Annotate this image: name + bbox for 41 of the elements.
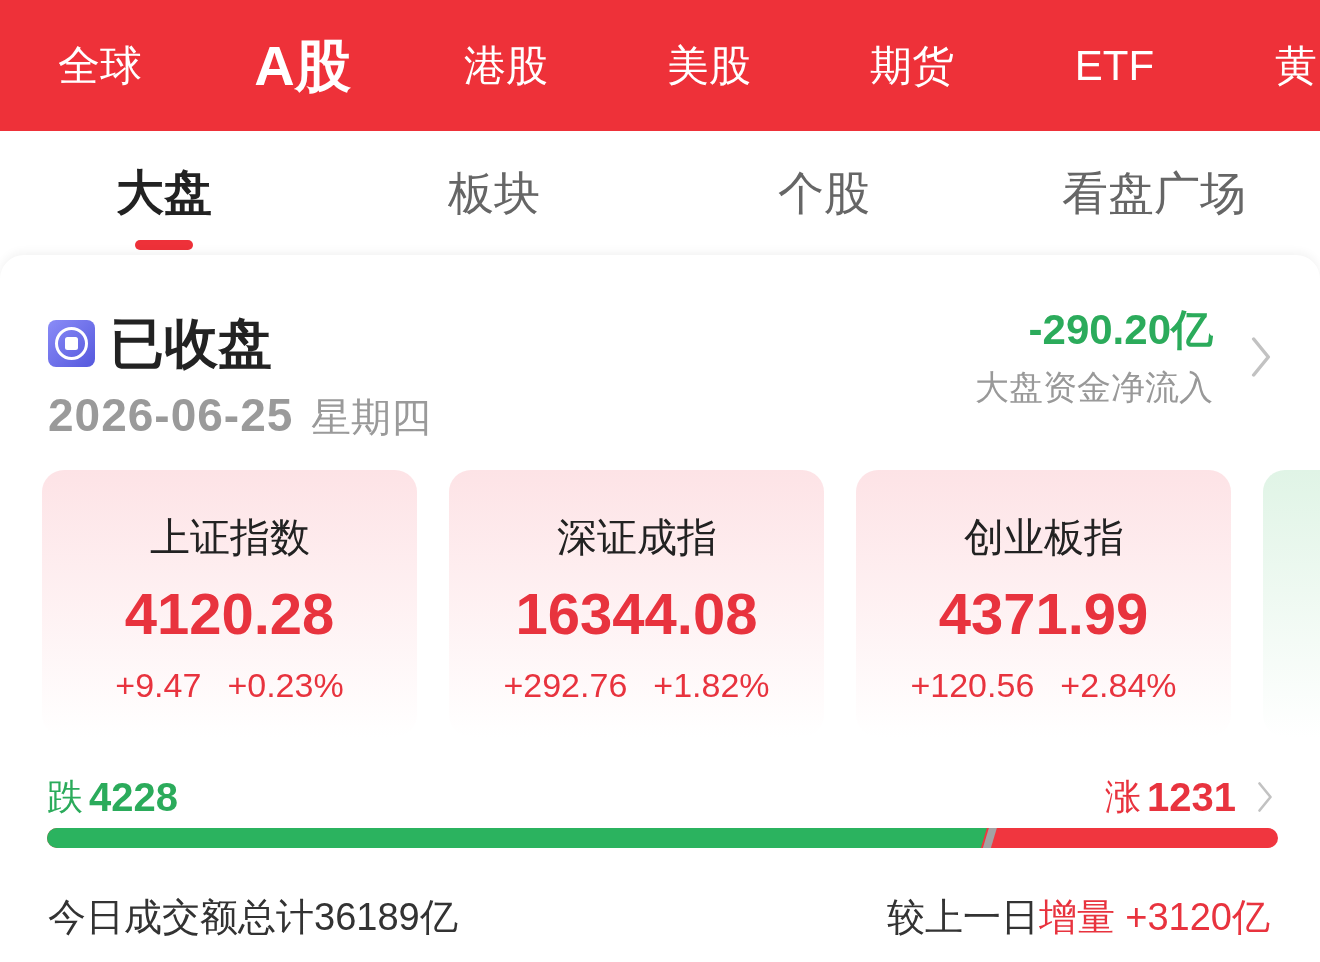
index-name: 深证成指 xyxy=(556,514,717,561)
section-tab[interactable]: 个股 xyxy=(778,165,870,221)
decline-label: 跌 xyxy=(47,775,83,819)
index-name: 上证指数 xyxy=(149,514,310,561)
market-tab[interactable]: 港股 xyxy=(463,39,548,92)
index-value: 16344.08 xyxy=(515,582,758,646)
weekday: 星期四 xyxy=(311,394,432,441)
increase-label: 增量 xyxy=(1039,895,1116,940)
market-tab[interactable]: ETF xyxy=(1074,39,1155,92)
index-name: 创业板指 xyxy=(963,514,1124,561)
net-inflow-label: 大盘资金净流入 xyxy=(975,367,1213,408)
market-tab[interactable]: 期货 xyxy=(869,39,954,92)
turnover-total: 今日成交额总计36189亿 xyxy=(48,895,458,940)
index-change: +120.56 xyxy=(910,665,1035,705)
increase-amount: +3120亿 xyxy=(1125,895,1270,940)
chevron-right-icon[interactable] xyxy=(1258,782,1272,812)
trade-date: 2026-06-25 xyxy=(48,391,294,439)
market-status: 已收盘 xyxy=(110,313,272,373)
index-change: +292.76 xyxy=(503,665,628,705)
index-change-percent: +1.82% xyxy=(653,665,770,705)
index-card[interactable] xyxy=(1263,470,1320,737)
index-change: +9.47 xyxy=(115,665,202,705)
market-tab[interactable]: 黄 xyxy=(1275,39,1317,92)
chevron-right-icon[interactable] xyxy=(1250,337,1272,377)
advance-label: 涨 xyxy=(1105,775,1141,819)
decline-count: 4228 xyxy=(89,775,178,819)
advance-count: 1231 xyxy=(1147,775,1236,819)
compare-label: 较上一日 xyxy=(887,895,1040,940)
market-tab[interactable]: A股 xyxy=(254,33,351,98)
index-value: 4120.28 xyxy=(124,582,335,646)
index-value: 4371.99 xyxy=(938,582,1149,646)
section-tab[interactable]: 板块 xyxy=(448,165,540,221)
net-inflow-value: -290.20亿 xyxy=(1028,306,1213,354)
market-tab[interactable]: 美股 xyxy=(666,39,751,92)
section-tab[interactable]: 看盘广场 xyxy=(1062,165,1246,221)
market-tab[interactable]: 全球 xyxy=(57,39,142,92)
section-tab[interactable]: 大盘 xyxy=(116,165,212,250)
index-change-percent: +0.23% xyxy=(227,665,344,705)
index-change-percent: +2.84% xyxy=(1060,665,1177,705)
stop-icon xyxy=(48,319,95,367)
selected-underline xyxy=(135,240,193,250)
